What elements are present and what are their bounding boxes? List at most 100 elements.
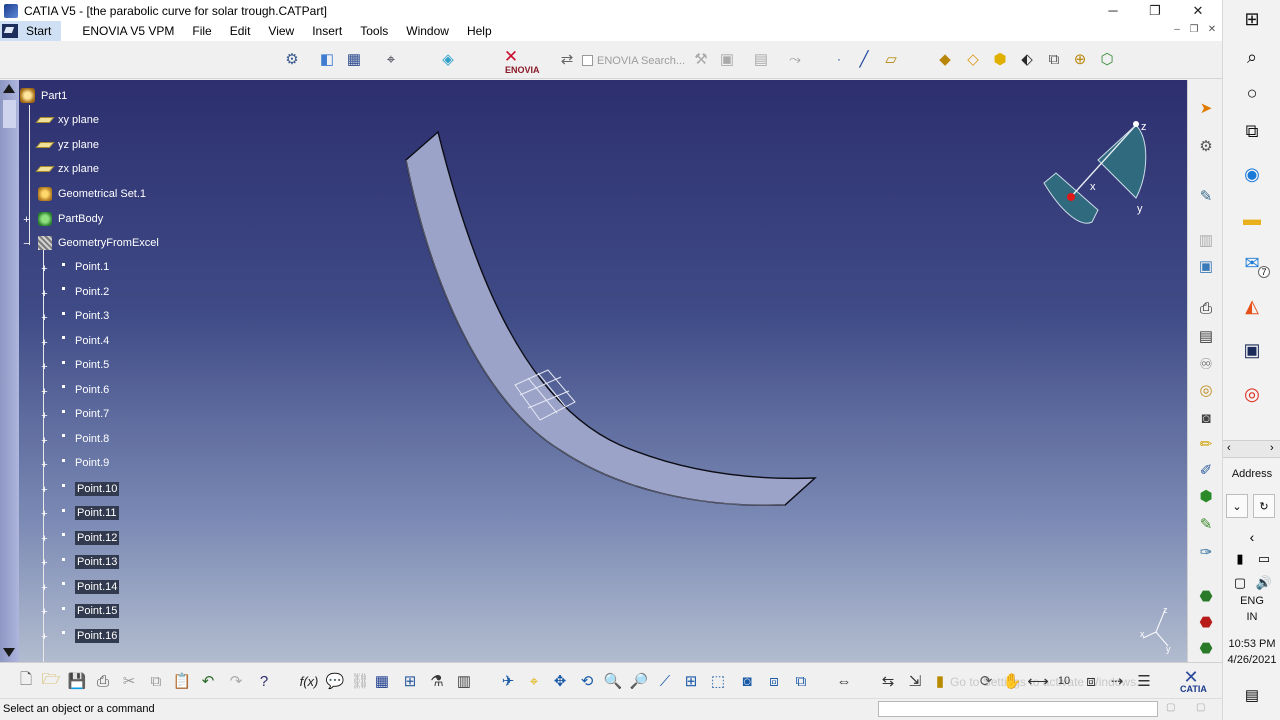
address-refresh-icon[interactable]: ↻: [1253, 494, 1275, 518]
iso-view-icon[interactable]: ⬚: [708, 671, 728, 691]
menu-insert[interactable]: Insert: [303, 24, 351, 38]
expand-icon[interactable]: +: [40, 607, 49, 618]
command-history-icon[interactable]: ▢: [1166, 702, 1180, 716]
fit-all-bottom-icon[interactable]: ⌖: [524, 671, 544, 691]
link-icon[interactable]: ⛓: [350, 671, 370, 691]
sweep-icon[interactable]: ⬖: [1016, 48, 1038, 70]
command-input[interactable]: [878, 701, 1158, 717]
design-table-icon[interactable]: ◎: [1196, 380, 1216, 400]
menu-tools[interactable]: Tools: [351, 24, 397, 38]
extrude-icon[interactable]: ◆: [934, 48, 956, 70]
grid-icon[interactable]: ▦: [343, 48, 365, 70]
tree-node-zx-plane[interactable]: zx plane: [35, 163, 99, 175]
volume-icon[interactable]: 🔊: [1251, 570, 1277, 596]
expand-icon[interactable]: +: [40, 558, 49, 569]
simulation-icon[interactable]: ⬣: [1196, 638, 1216, 658]
knowledge-icon[interactable]: ✏: [1196, 434, 1216, 454]
brave-browser-icon[interactable]: ◭: [1239, 293, 1265, 319]
dimension-icon[interactable]: ⟷: [1027, 671, 1049, 691]
close-button[interactable]: ✕: [1177, 0, 1219, 21]
battery-icon[interactable]: ▭: [1251, 546, 1277, 572]
doc-minimize-button[interactable]: –: [1170, 24, 1184, 38]
compass-widget[interactable]: x y z: [1043, 121, 1147, 224]
expand-icon[interactable]: +: [40, 264, 49, 275]
surface-icon[interactable]: ◇: [962, 48, 984, 70]
tree-node-partbody[interactable]: PartBody: [38, 212, 103, 226]
snap-icon[interactable]: ⚙: [281, 48, 303, 70]
tree-node-point[interactable]: Point.6: [62, 384, 109, 396]
expand-icon[interactable]: +: [40, 582, 49, 593]
fill-icon[interactable]: ⬡: [1096, 48, 1118, 70]
taskbar-scroll[interactable]: ‹ ›: [1223, 440, 1280, 458]
tree-node-yz-plane[interactable]: yz plane: [35, 139, 99, 151]
law-icon[interactable]: ♾: [1196, 354, 1216, 374]
hide-show-icon[interactable]: ⧈: [764, 671, 784, 691]
edit-icon[interactable]: ✐: [1196, 460, 1216, 480]
fly-mode-icon[interactable]: ✈: [498, 671, 518, 691]
edge-browser-icon[interactable]: ◉: [1239, 161, 1265, 187]
expand-icon[interactable]: +: [40, 411, 49, 422]
language-label[interactable]: ENG: [1223, 595, 1280, 607]
tree-scrollbar[interactable]: [0, 80, 19, 662]
open-file-icon[interactable]: 🗁: [41, 671, 61, 691]
table-icon[interactable]: ▦: [372, 671, 392, 691]
menu-window[interactable]: Window: [397, 24, 458, 38]
enovia-logo-icon[interactable]: ✕: [500, 45, 522, 67]
start-menu[interactable]: Start: [0, 21, 62, 41]
expand-icon[interactable]: +: [40, 386, 49, 397]
print-icon[interactable]: ⎙: [93, 671, 113, 691]
layer-icon[interactable]: ◈: [437, 48, 459, 70]
usb-icon[interactable]: ▮: [1227, 546, 1253, 572]
menu-view[interactable]: View: [259, 24, 303, 38]
redo-icon[interactable]: ↷: [226, 671, 246, 691]
tree-node-point[interactable]: Point.7: [62, 408, 109, 420]
scroll-right-icon[interactable]: ›: [1270, 442, 1274, 454]
menu-file[interactable]: File: [183, 24, 220, 38]
cortana-icon[interactable]: ○: [1239, 80, 1265, 106]
expand-icon[interactable]: +: [40, 484, 49, 495]
analysis-icon[interactable]: ✎: [1196, 514, 1216, 534]
plane-tool-icon[interactable]: ▱: [880, 48, 902, 70]
select-arrow-icon[interactable]: ➤: [1196, 98, 1216, 118]
tree-node-point[interactable]: Point.11: [62, 506, 119, 520]
save-icon[interactable]: 💾: [67, 671, 87, 691]
rule-icon[interactable]: ◙: [1196, 408, 1216, 428]
menu-edit[interactable]: Edit: [221, 24, 260, 38]
binary-icon[interactable]: 10: [1054, 671, 1074, 691]
output-feature-icon[interactable]: ▣: [1196, 256, 1216, 276]
menu-enovia[interactable]: ENOVIA V5 VPM: [73, 24, 183, 38]
ruler-icon[interactable]: ▮: [930, 671, 950, 691]
parameters-icon[interactable]: ⎙: [1196, 298, 1216, 318]
expand-icon[interactable]: +: [40, 509, 49, 520]
formula-icon[interactable]: ▤: [1196, 326, 1216, 346]
new-file-icon[interactable]: 🗋: [16, 671, 36, 691]
expand-icon[interactable]: +: [22, 215, 31, 226]
copy-icon[interactable]: ⧉: [146, 671, 166, 691]
comment-icon[interactable]: 💬: [325, 671, 345, 691]
tree-node-point[interactable]: Point.9: [62, 457, 109, 469]
multi-view-icon[interactable]: ⊞: [681, 671, 701, 691]
record-icon[interactable]: ⬣: [1196, 612, 1216, 632]
undo-icon[interactable]: ↶: [198, 671, 218, 691]
line-tool-icon[interactable]: ╱: [853, 48, 875, 70]
cut-icon[interactable]: ✂: [119, 671, 139, 691]
update-icon[interactable]: ⟳: [976, 671, 996, 691]
command-clear-icon[interactable]: ▢: [1196, 702, 1210, 716]
enovia-connect-icon[interactable]: ⇄: [556, 48, 578, 70]
expand-icon[interactable]: +: [40, 313, 49, 324]
file-explorer-icon[interactable]: ▬: [1239, 206, 1265, 232]
enovia-search-checkbox[interactable]: [582, 55, 593, 66]
view-mode-icon[interactable]: ◧: [316, 48, 338, 70]
doc-close-button[interactable]: ✕: [1205, 24, 1219, 38]
cube-icon[interactable]: ⬢: [1196, 486, 1216, 506]
chrome-icon[interactable]: ◎: [1239, 381, 1265, 407]
layers-icon[interactable]: ☰: [1134, 671, 1154, 691]
maximize-button[interactable]: ❐: [1134, 0, 1176, 21]
tree-node-point[interactable]: Point.1: [62, 261, 109, 273]
bar-tool-icon[interactable]: ▥: [454, 671, 474, 691]
offset-icon[interactable]: ⬢: [989, 48, 1011, 70]
hide-tool-icon[interactable]: ⇆: [878, 671, 898, 691]
expand-icon[interactable]: +: [40, 288, 49, 299]
sketcher-icon[interactable]: ✎: [1196, 186, 1216, 206]
join-icon[interactable]: ⧉: [1043, 48, 1065, 70]
